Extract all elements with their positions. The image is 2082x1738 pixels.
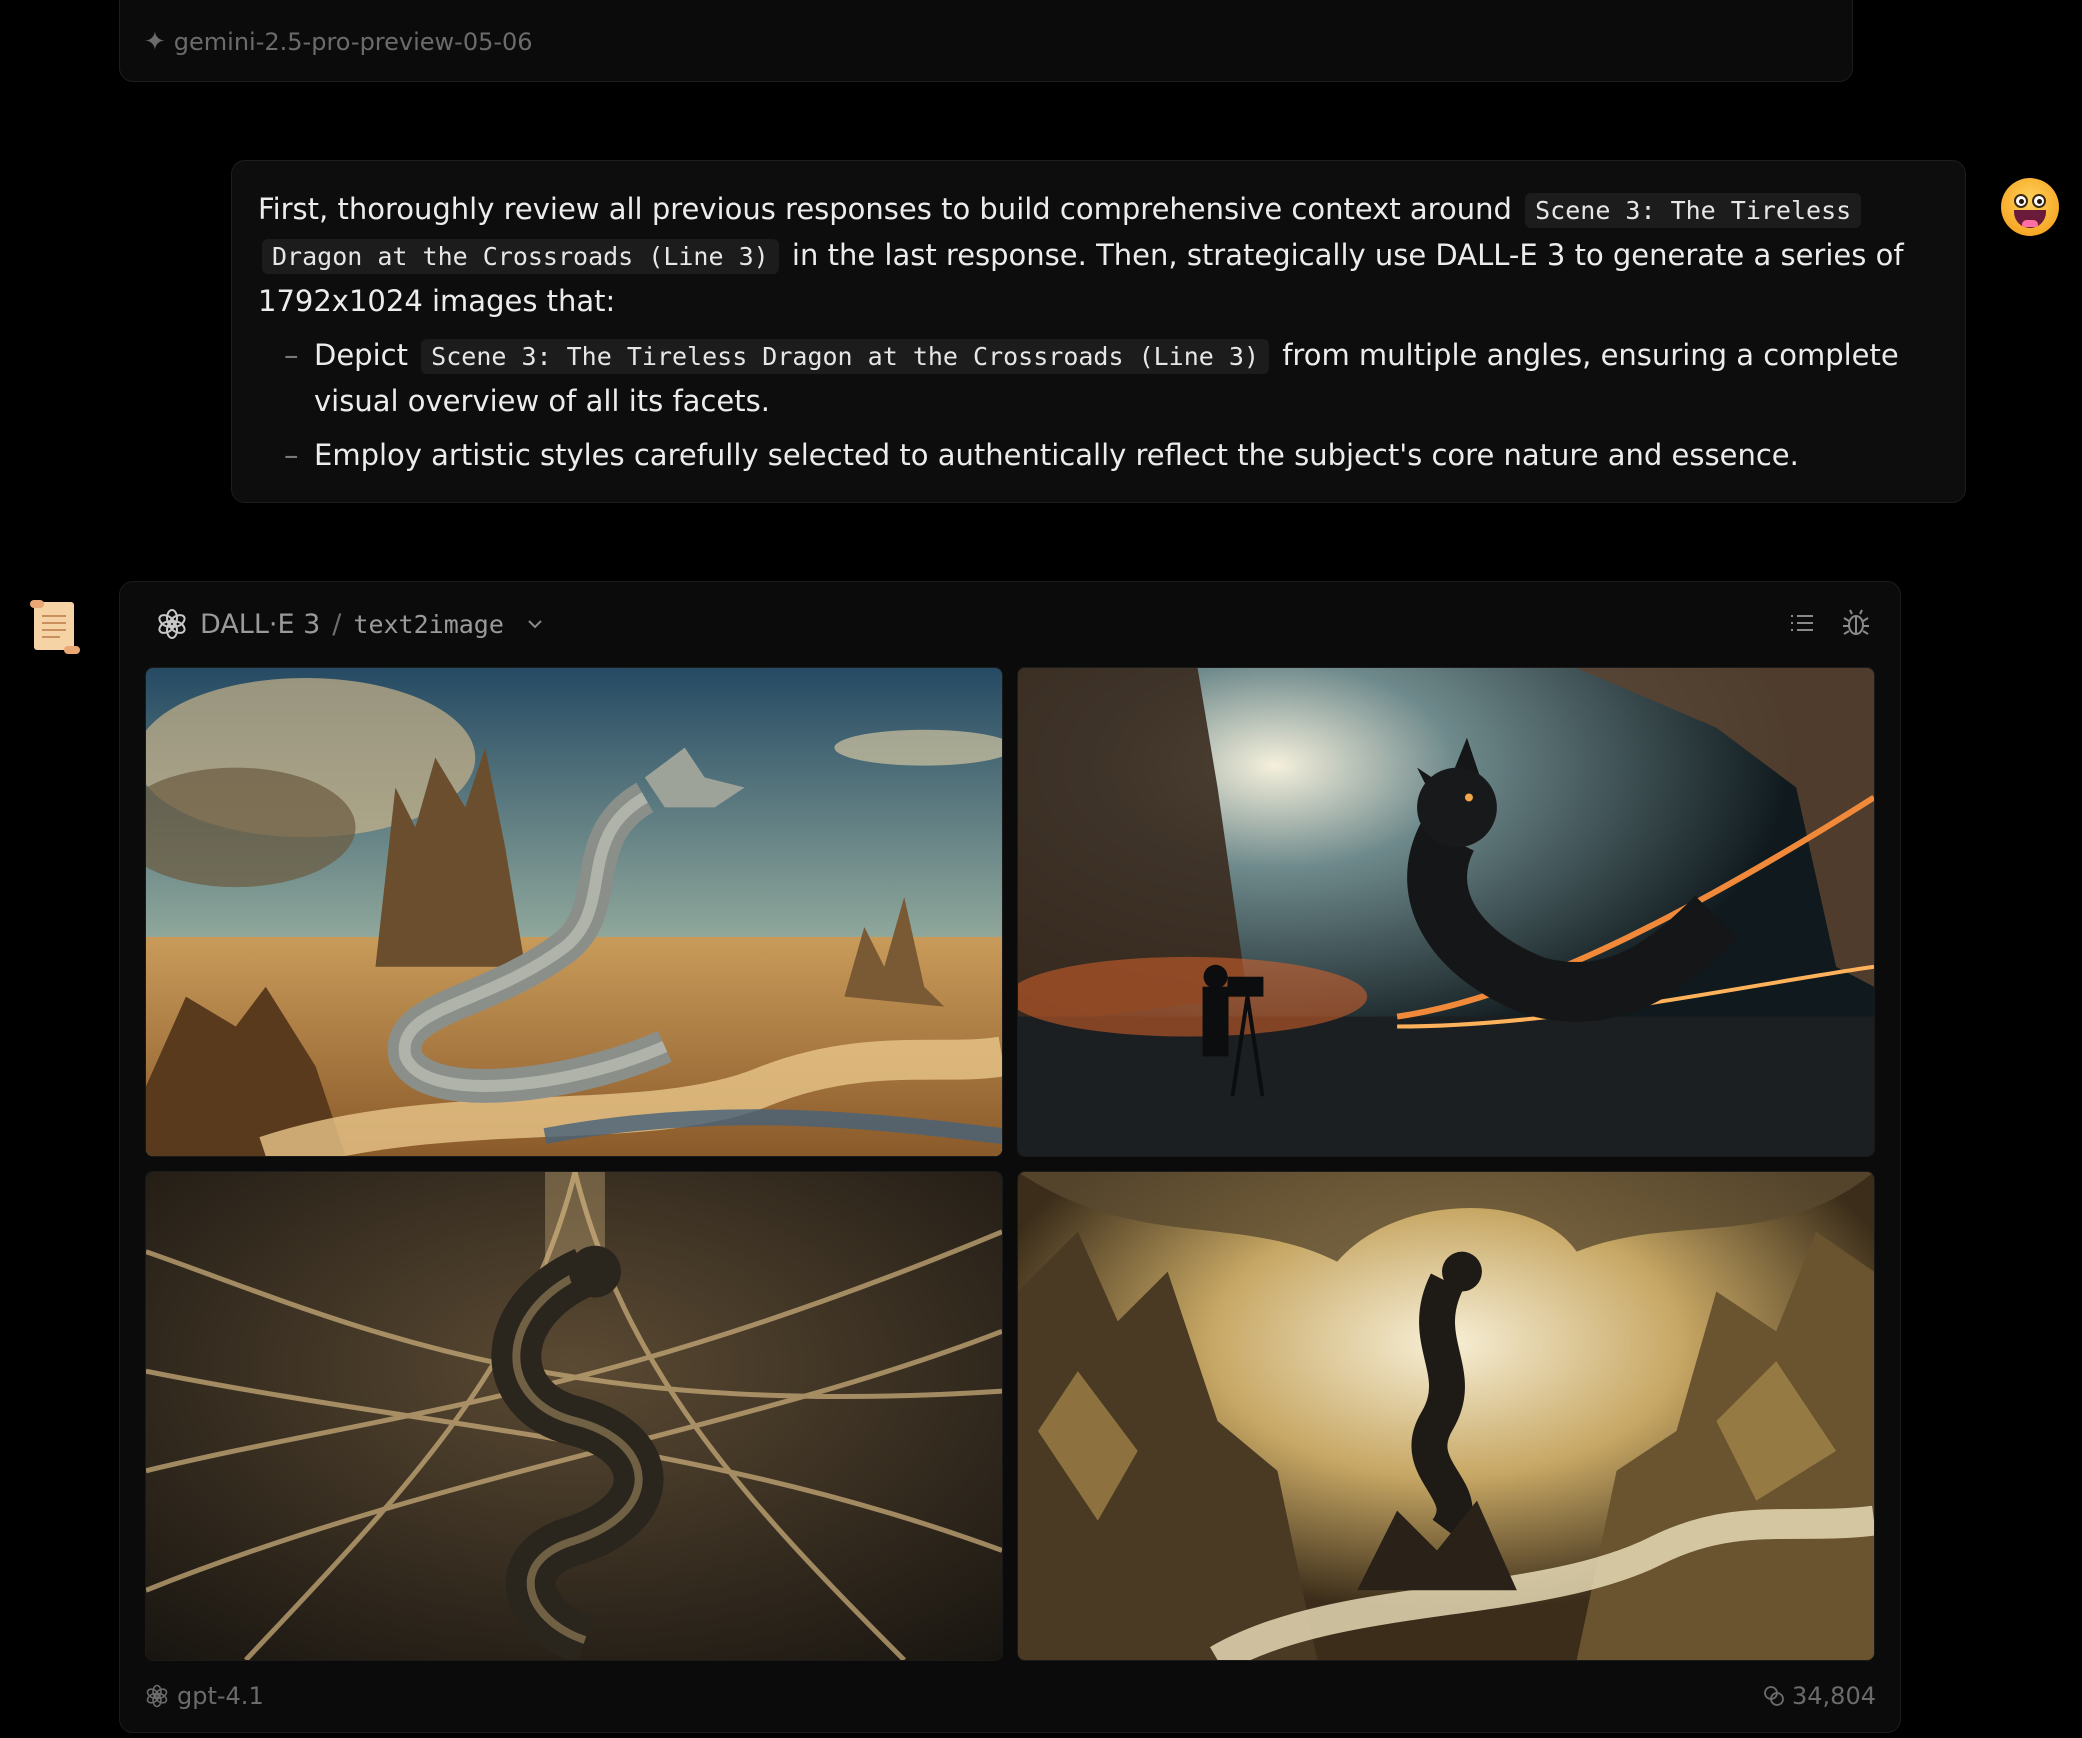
bullet-item: – Depict Scene 3: The Tireless Dragon at…: [258, 333, 1939, 423]
model-selector[interactable]: DALL·E 3 / text2image: [156, 606, 546, 642]
chevron-down-icon[interactable]: [524, 613, 546, 635]
aerial-dragon-image[interactable]: [145, 1171, 1003, 1661]
bullet-marker: –: [284, 338, 299, 372]
user-bullet-list: – Depict Scene 3: The Tireless Dragon at…: [258, 333, 1939, 477]
footer-model-name: gpt-4.1: [177, 1682, 264, 1710]
model-name: DALL·E 3: [200, 608, 321, 640]
token-count-value: 34,804: [1792, 1682, 1876, 1710]
user-text-segment-1: First, thoroughly review all previous re…: [258, 192, 1512, 226]
separator: /: [332, 608, 342, 640]
painted-dragon-image[interactable]: [1017, 1171, 1875, 1661]
user-message-card: First, thoroughly review all previous re…: [231, 160, 1966, 503]
bullet-item: – Employ artistic styles carefully selec…: [258, 433, 1939, 477]
sparkle-icon: ✦: [144, 27, 166, 57]
bullet-marker: –: [284, 438, 299, 472]
desert-dragon-image[interactable]: [145, 667, 1003, 1157]
footer-model: gpt-4.1: [145, 1682, 264, 1710]
token-icon: [1764, 1686, 1784, 1706]
scroll-icon[interactable]: [26, 598, 82, 656]
openai-icon: [146, 1684, 168, 1708]
list-icon[interactable]: [1787, 608, 1817, 638]
bug-icon[interactable]: [1841, 608, 1871, 638]
cinematic-dragon-image[interactable]: [1017, 667, 1875, 1157]
chat-page: ✦ gemini-2.5-pro-preview-05-06 First, th…: [0, 0, 2082, 1738]
tool-name: text2image: [353, 609, 504, 639]
bullet-1-pre: Depict: [314, 338, 408, 372]
bullet-2-text: Employ artistic styles carefully selecte…: [314, 438, 1799, 472]
openai-icon: [158, 609, 186, 639]
token-count: 34,804: [1762, 1682, 1876, 1710]
card-actions: [1787, 608, 1871, 638]
previous-model-tag: ✦ gemini-2.5-pro-preview-05-06: [144, 28, 533, 56]
image-grid: [145, 667, 1875, 1661]
previous-model-name: gemini-2.5-pro-preview-05-06: [173, 28, 533, 56]
user-message-paragraph: First, thoroughly review all previous re…: [258, 187, 1939, 323]
grinning-face-icon[interactable]: [2001, 178, 2059, 236]
inline-code-scene: Scene 3: The Tireless Dragon at the Cros…: [421, 339, 1269, 374]
